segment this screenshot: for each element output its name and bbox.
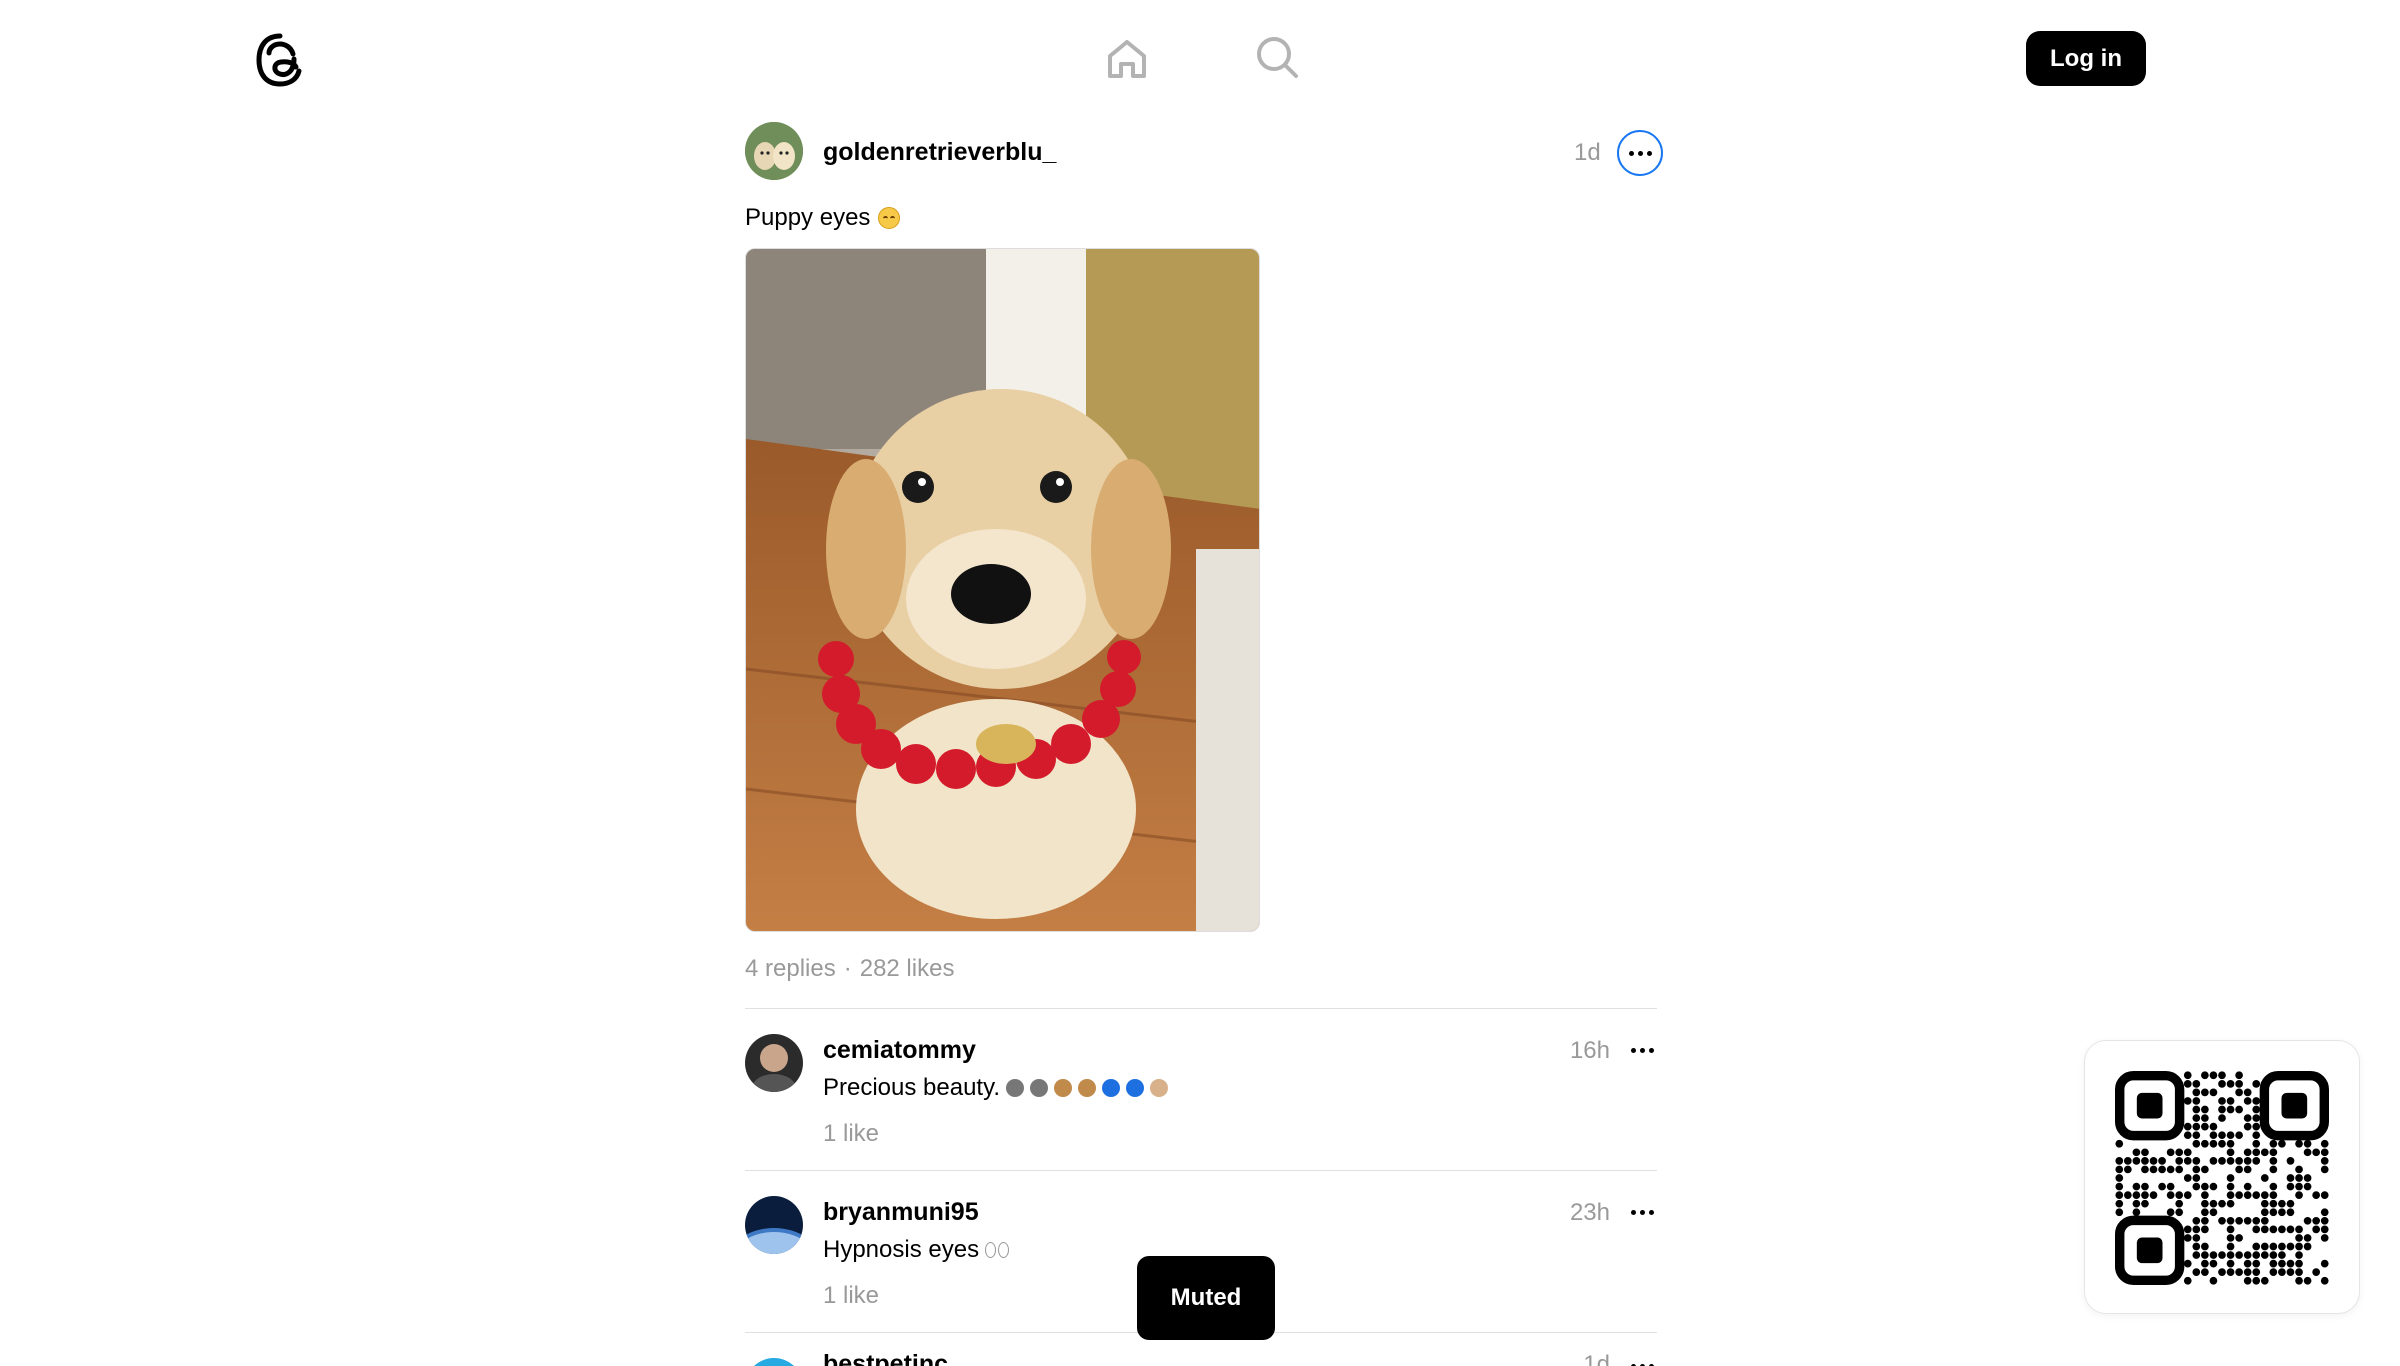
likes-count[interactable]: 282 likes — [860, 955, 955, 983]
qr-code-card[interactable] — [2084, 1040, 2360, 1314]
eyes-emoji-icon — [985, 1242, 1010, 1258]
avatar[interactable] — [745, 1196, 803, 1254]
divider — [745, 1170, 1657, 1171]
login-button[interactable]: Log in — [2026, 31, 2146, 86]
blue-heart-emoji-icon — [1102, 1079, 1120, 1097]
reply-text: Precious beauty. — [823, 1074, 1168, 1102]
reply-likes[interactable]: 1 like — [823, 1282, 879, 1310]
post-stats: 4 replies · 282 likes — [745, 955, 954, 983]
reply-time: 23h — [1569, 1199, 1610, 1226]
reply-text-content: Precious beauty. — [823, 1074, 1000, 1101]
reply-more-button[interactable] — [1627, 1202, 1657, 1222]
folded-hands-emoji-icon — [1150, 1079, 1168, 1097]
post-time: 1d — [1574, 139, 1601, 166]
search-icon[interactable] — [1254, 34, 1300, 80]
reply-text-content: Hypnosis eyes — [823, 1236, 980, 1263]
reply-username[interactable]: cemiatommy — [823, 1036, 976, 1065]
top-bar: Log in — [0, 0, 2400, 118]
reply-more-button[interactable] — [1627, 1356, 1657, 1366]
home-icon[interactable] — [1104, 36, 1150, 82]
main-post: goldenretrieverblu_ 1d Puppy eyes 4 repl… — [745, 122, 1663, 982]
reply-username[interactable]: bryanmuni95 — [823, 1198, 979, 1227]
more-icon — [1630, 1047, 1654, 1053]
reply-time: 1d — [1583, 1351, 1610, 1366]
post-header: goldenretrieverblu_ 1d — [745, 122, 1663, 184]
dog-face-emoji-icon — [1078, 1079, 1096, 1097]
reply-more-button[interactable] — [1627, 1040, 1657, 1060]
more-options-button[interactable] — [1617, 130, 1663, 176]
reply-item: cemiatommy 16h Precious beauty. 1 like — [745, 1010, 1657, 1170]
pleading-face-emoji-icon — [878, 207, 901, 229]
threads-logo-icon[interactable] — [254, 32, 306, 88]
avatar[interactable] — [745, 122, 803, 180]
avatar[interactable] — [745, 1034, 803, 1092]
post-photo[interactable] — [745, 248, 1260, 932]
avatar[interactable] — [745, 1358, 803, 1366]
post-text: Puppy eyes — [745, 204, 901, 232]
reply-text: Hypnosis eyes — [823, 1236, 1010, 1264]
divider — [745, 1008, 1657, 1009]
reply-time: 16h — [1569, 1037, 1610, 1064]
qr-code — [2115, 1071, 2329, 1285]
dog-face-emoji-icon — [1054, 1079, 1072, 1097]
paw-prints-emoji-icon — [1030, 1079, 1048, 1097]
muted-toast[interactable]: Muted — [1137, 1256, 1275, 1340]
reply-likes[interactable]: 1 like — [823, 1120, 879, 1148]
more-icon — [1630, 1209, 1654, 1215]
reply-username[interactable]: bestpetinc — [823, 1350, 948, 1366]
post-username[interactable]: goldenretrieverblu_ — [823, 138, 1056, 167]
blue-heart-emoji-icon — [1126, 1079, 1144, 1097]
more-icon — [1628, 150, 1652, 156]
stats-separator: · — [843, 955, 852, 982]
replies-count[interactable]: 4 replies — [745, 955, 836, 983]
paw-prints-emoji-icon — [1006, 1079, 1024, 1097]
post-caption: Puppy eyes — [745, 204, 871, 231]
